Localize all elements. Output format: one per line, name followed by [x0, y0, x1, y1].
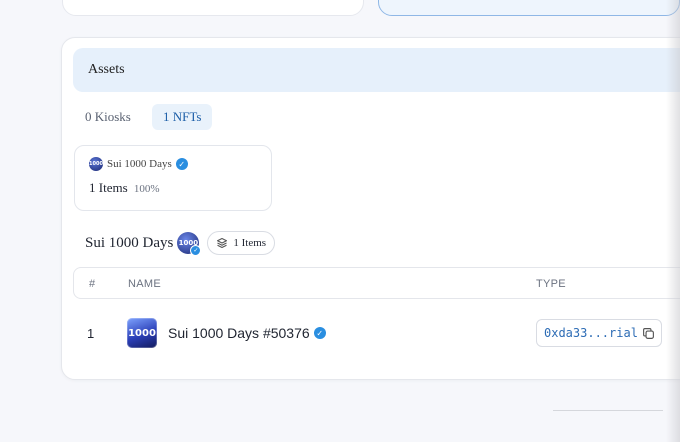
nft-thumbnail-text: 1000 [128, 327, 156, 339]
row-number: 1 [87, 326, 95, 341]
tab-nfts[interactable]: 1 NFTs [152, 104, 213, 130]
nft-table: # NAME TYPE 1 1000 Sui 1000 Days #50376 … [73, 267, 680, 365]
nft-thumbnail[interactable]: 1000 [127, 318, 157, 348]
nft-name[interactable]: Sui 1000 Days #50376 [168, 325, 310, 341]
verified-icon: ✓ [313, 327, 326, 339]
table-header: # NAME TYPE [73, 267, 680, 299]
collection-items-count: 1 Items [89, 180, 128, 195]
nft-name-row[interactable]: Sui 1000 Days #50376 ✓ [168, 325, 326, 341]
items-chip: 1 Items [207, 231, 276, 255]
assets-title: Assets [88, 62, 125, 77]
collection-name: Sui 1000 Days [107, 158, 172, 170]
column-header-type: TYPE [536, 278, 566, 290]
scroll-shadow [666, 0, 680, 442]
column-header-num: # [89, 278, 96, 290]
type-chip[interactable]: 0xda33...rial [536, 319, 662, 347]
divider [553, 410, 663, 411]
collection-items: 1 Items 100% [89, 180, 160, 196]
collection-items-percent: 100% [133, 183, 160, 195]
type-address[interactable]: 0xda33...rial [544, 326, 638, 340]
assets-header: Assets [73, 48, 680, 92]
items-chip-label: 1 Items [233, 237, 267, 249]
top-card-left [62, 0, 364, 16]
collection-avatar: 1000 [89, 157, 103, 171]
layers-icon [217, 237, 228, 249]
section-title: Sui 1000 Days [85, 234, 174, 251]
tab-kiosks[interactable]: 0 Kiosks [77, 104, 139, 130]
collection-card[interactable]: 1000 Sui 1000 Days ✓ 1 Items 100% [74, 145, 272, 211]
section-title-row: Sui 1000 Days 1000 ✓ 1 Items [85, 231, 276, 256]
collection-card-header: 1000 Sui 1000 Days ✓ [89, 157, 188, 171]
top-card-right[interactable] [378, 0, 680, 16]
section-avatar: 1000 ✓ [177, 232, 202, 256]
verified-icon: ✓ [175, 158, 188, 170]
copy-icon[interactable] [642, 327, 655, 340]
verified-icon: ✓ [190, 245, 202, 256]
column-header-name: NAME [128, 278, 161, 290]
